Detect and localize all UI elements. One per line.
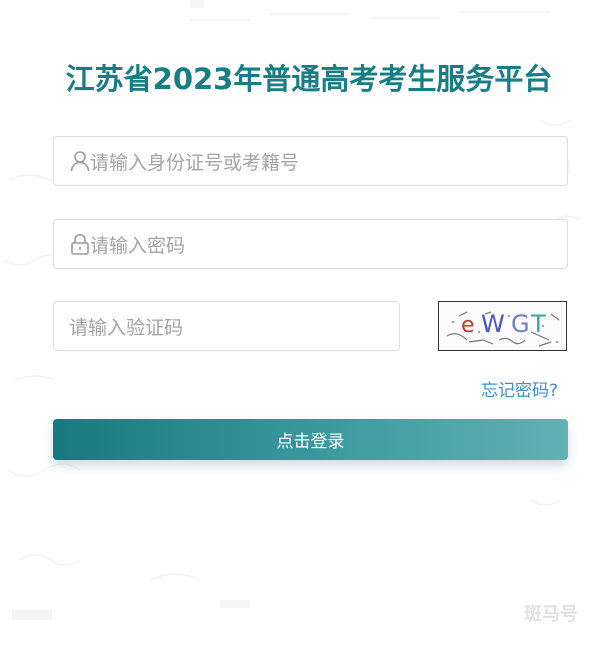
password-input[interactable]: 请输入密码	[53, 219, 568, 269]
captcha-graphic: e W G T	[446, 310, 560, 347]
captcha-image[interactable]: e W G T	[438, 301, 567, 351]
login-button[interactable]: 点击登录	[53, 419, 568, 460]
svg-text:G: G	[511, 310, 530, 338]
id-number-input[interactable]: 请输入身份证号或考籍号	[53, 136, 568, 186]
captcha-placeholder: 请输入验证码	[69, 316, 184, 339]
captcha-input[interactable]: 请输入验证码	[53, 301, 400, 351]
forgot-password-link[interactable]: 忘记密码?	[481, 376, 558, 401]
page-title: 江苏省2023年普通高考考生服务平台	[65, 62, 553, 96]
svg-text:T: T	[530, 310, 546, 338]
login-button-label: 点击登录	[276, 432, 345, 452]
svg-text:e: e	[461, 313, 475, 338]
id-number-placeholder: 请输入身份证号或考籍号	[90, 151, 300, 174]
watermark: 斑马号	[524, 604, 578, 625]
password-placeholder: 请输入密码	[90, 234, 186, 257]
svg-text:W: W	[481, 310, 505, 338]
lock-icon	[70, 233, 90, 255]
user-icon	[70, 150, 90, 172]
